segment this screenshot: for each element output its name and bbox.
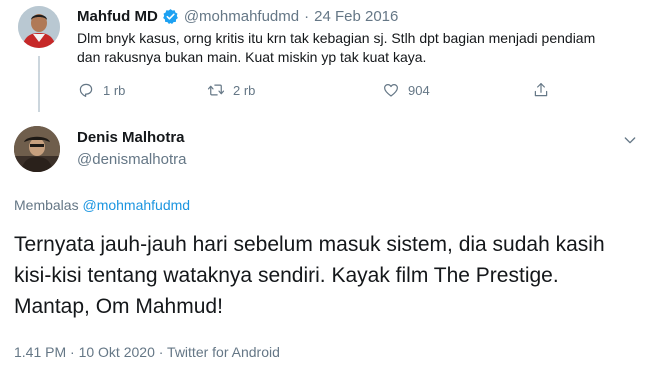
like-button[interactable]: 904 <box>382 79 430 101</box>
tweet-date[interactable]: 24 Feb 2016 <box>314 8 398 25</box>
tweet-text: Ternyata jauh-jauh hari sebelum masuk si… <box>14 233 605 318</box>
reply-count: 1 rb <box>103 82 126 98</box>
retweet-icon <box>207 84 225 96</box>
avatar[interactable] <box>18 6 60 48</box>
parent-tweet[interactable]: Mahfud MD @mohmahfudmd · 24 Feb 2016 Dlm… <box>0 0 653 112</box>
mention-link[interactable]: @mohmahfudmd <box>82 197 190 213</box>
avatar-photo-icon <box>14 126 60 172</box>
tweet-header: Mahfud MD @mohmahfudmd · 24 Feb 2016 <box>77 6 398 26</box>
handle[interactable]: @mohmahfudmd <box>184 8 299 25</box>
reply-tweet: Denis Malhotra @denismalhotra Membalas @… <box>0 112 653 366</box>
tweet-actions: 1 rb 2 rb 904 <box>77 79 557 101</box>
display-name[interactable]: Mahfud MD <box>77 8 158 25</box>
thread-line <box>38 56 40 112</box>
retweet-count: 2 rb <box>233 82 256 98</box>
share-icon <box>534 83 548 97</box>
chevron-down-icon <box>624 137 636 144</box>
more-options-button[interactable] <box>620 130 640 150</box>
avatar[interactable] <box>14 126 60 172</box>
reply-icon <box>79 83 93 97</box>
display-name[interactable]: Denis Malhotra <box>77 129 185 146</box>
avatar-photo-icon <box>18 6 60 48</box>
separator: · <box>304 7 310 25</box>
replying-to: Membalas @mohmahfudmd <box>14 197 190 213</box>
heart-icon <box>384 84 398 97</box>
like-count: 904 <box>408 82 430 98</box>
replying-prefix: Membalas <box>14 197 79 213</box>
share-button[interactable] <box>532 79 550 101</box>
handle[interactable]: @denismalhotra <box>77 151 186 168</box>
verified-badge-icon <box>162 8 178 24</box>
retweet-button[interactable]: 2 rb <box>207 79 255 101</box>
tweet-text: Dlm bnyk kasus, orng kritis itu krn tak … <box>77 30 596 65</box>
reply-button[interactable]: 1 rb <box>77 79 125 101</box>
tweet-metadata[interactable]: 1.41 PM · 10 Okt 2020 · Twitter for Andr… <box>14 344 280 360</box>
